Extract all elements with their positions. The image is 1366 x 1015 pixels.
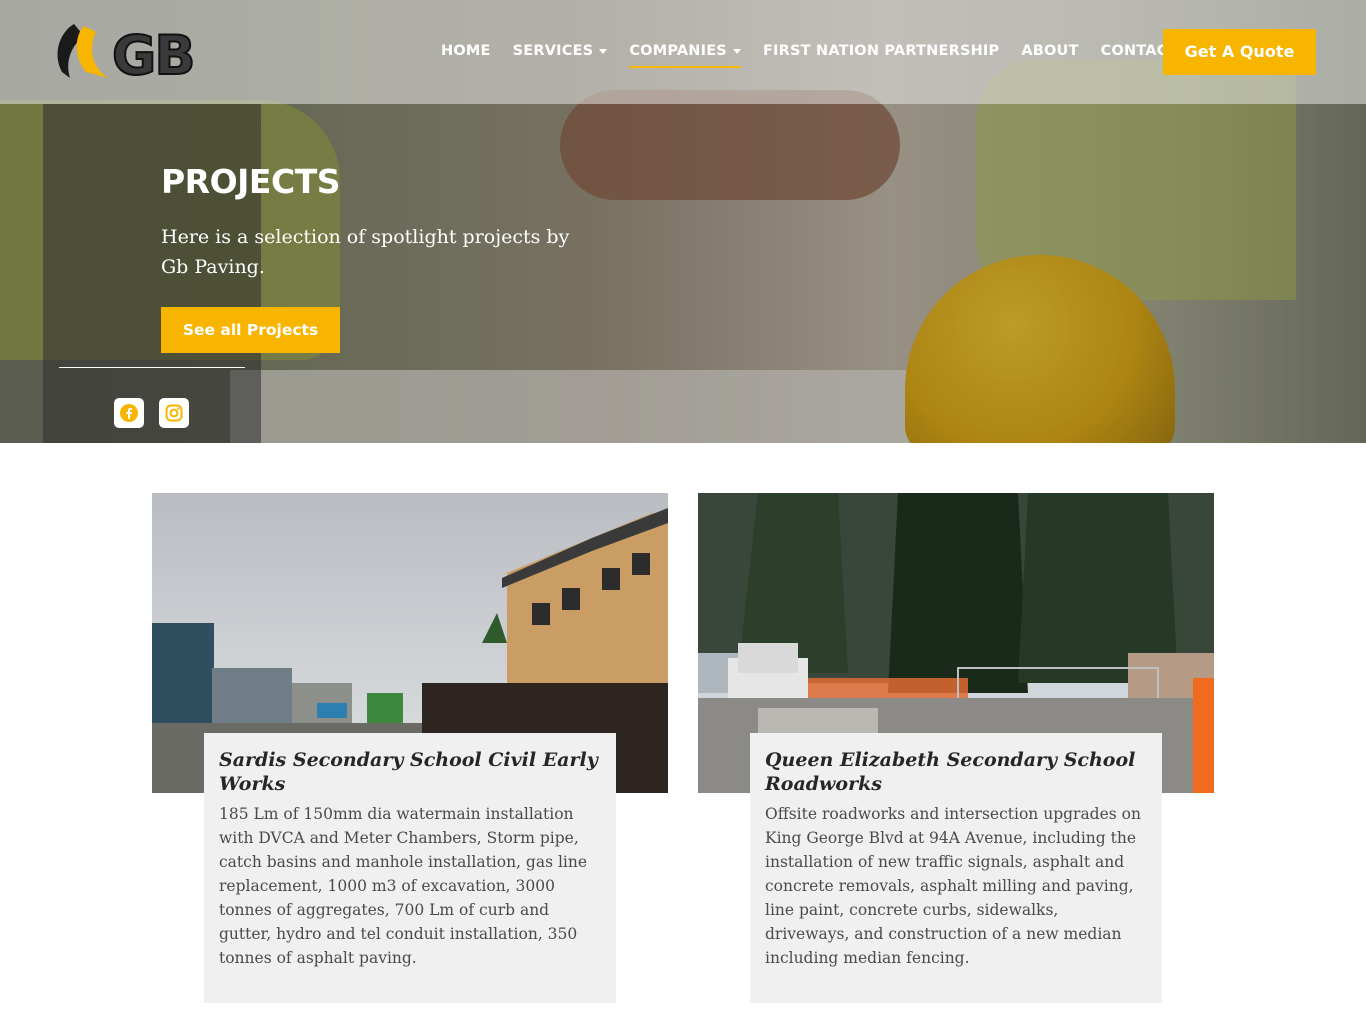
nav-companies[interactable]: COMPANIES	[629, 40, 741, 68]
hero-subtitle: Here is a selection of spotlight project…	[161, 226, 570, 278]
project-title[interactable]: Sardis Secondary School Civil Early Work…	[219, 748, 601, 796]
nav-about[interactable]: ABOUT	[1021, 40, 1078, 68]
get-a-quote-button[interactable]: Get A Quote	[1163, 29, 1316, 75]
svg-text:GB: GB	[112, 24, 193, 80]
project-card-sardis: Sardis Secondary School Civil Early Work…	[204, 733, 616, 1003]
top-navbar: GB HOME SERVICES COMPANIES FIRST NATION …	[0, 0, 1366, 104]
logo-swoosh-icon: GB	[57, 23, 196, 88]
nav-first-nation-partnership[interactable]: FIRST NATION PARTNERSHIP	[763, 40, 999, 68]
see-all-projects-button[interactable]: See all Projects	[161, 307, 340, 353]
project-card-queen-elizabeth: Queen Elizabeth Secondary School Roadwor…	[750, 733, 1162, 1003]
project-description: Offsite roadworks and intersection upgra…	[765, 805, 1141, 967]
instagram-icon	[165, 404, 183, 422]
nav-services[interactable]: SERVICES	[513, 40, 608, 68]
instagram-link[interactable]	[159, 398, 189, 428]
nav-home[interactable]: HOME	[441, 40, 491, 68]
project-description: 185 Lm of 150mm dia watermain installati…	[219, 805, 588, 967]
chevron-down-icon	[599, 48, 608, 54]
gb-logo[interactable]: GB	[54, 22, 218, 88]
facebook-link[interactable]	[114, 398, 144, 428]
project-title[interactable]: Queen Elizabeth Secondary School Roadwor…	[765, 748, 1147, 796]
main-nav: HOME SERVICES COMPANIES FIRST NATION PAR…	[441, 40, 1200, 68]
facebook-icon	[120, 404, 138, 422]
hero-divider	[59, 367, 245, 368]
chevron-down-icon	[732, 48, 741, 54]
page-title: PROJECTS	[161, 162, 340, 201]
